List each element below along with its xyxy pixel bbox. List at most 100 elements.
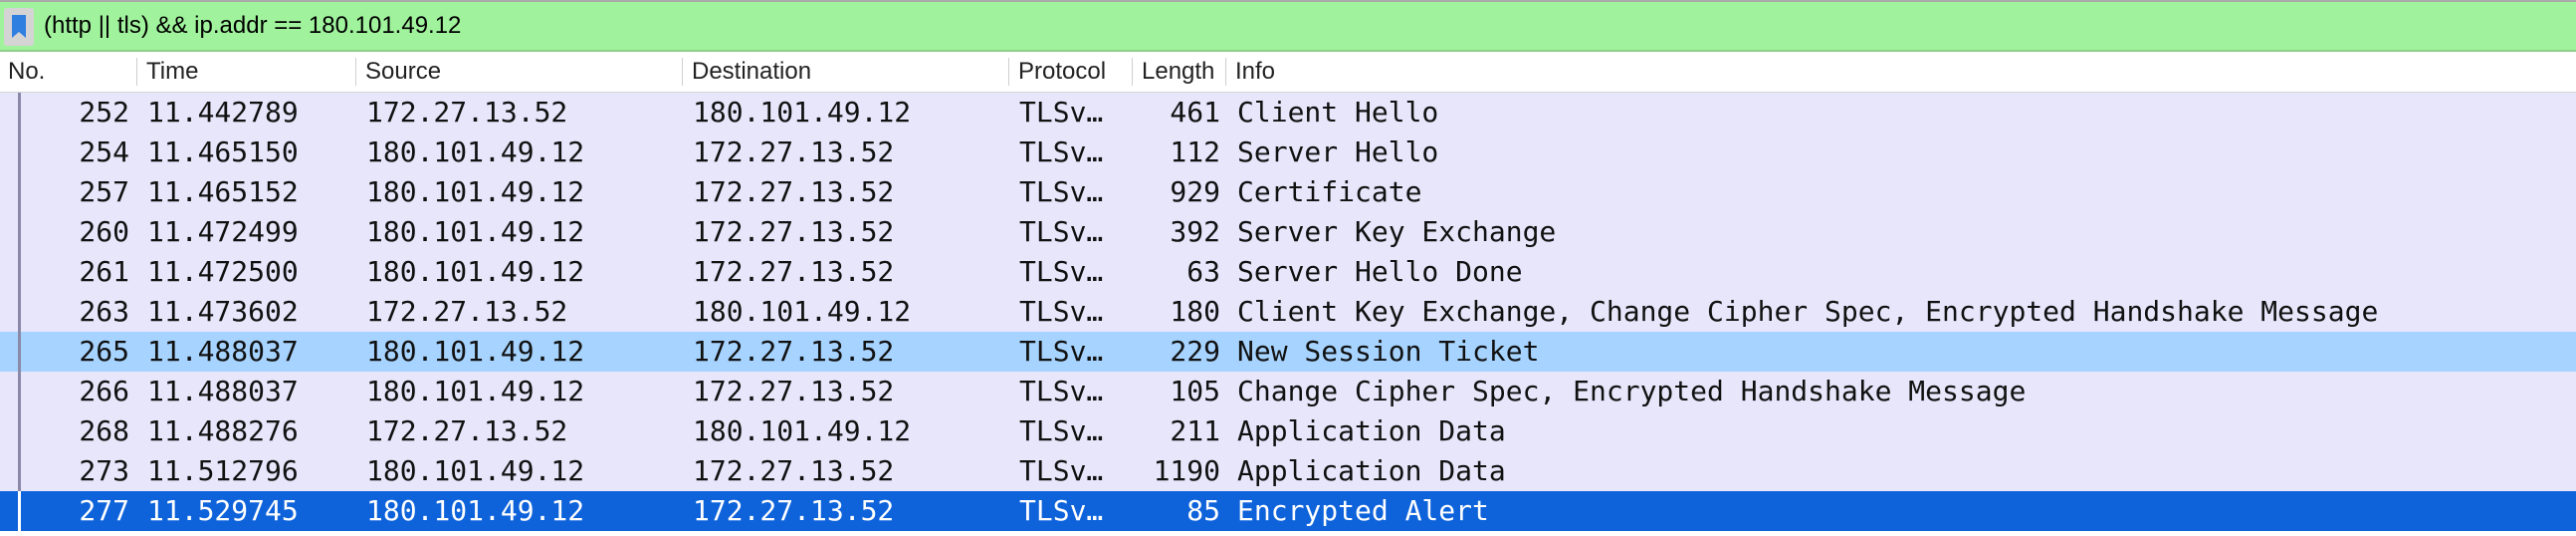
packet-source: 180.101.49.12: [366, 215, 585, 248]
packet-row[interactable]: 260 11.472499 180.101.49.12 172.27.13.52 TLS…: [0, 212, 2576, 252]
packet-protocol: TLSv…: [1019, 295, 1104, 328]
column-header-protocol[interactable]: Protocol: [1010, 52, 1130, 92]
packet-length: 229: [1170, 335, 1220, 368]
packet-protocol: TLSv…: [1019, 335, 1104, 368]
packet-protocol: TLSv…: [1019, 255, 1104, 288]
packet-list-header: No. Time Source Destination Protocol Len…: [0, 52, 2576, 93]
column-divider[interactable]: [355, 58, 356, 86]
packet-destination: 172.27.13.52: [693, 215, 895, 248]
column-divider[interactable]: [682, 58, 683, 86]
column-header-source[interactable]: Source: [357, 52, 680, 92]
packet-length: 105: [1170, 375, 1220, 407]
packet-number: 266: [79, 375, 129, 407]
packet-length: 180: [1170, 295, 1220, 328]
packet-protocol: TLSv…: [1019, 96, 1104, 129]
packet-source: 180.101.49.12: [366, 135, 585, 168]
packet-number: 260: [79, 215, 129, 248]
packet-row[interactable]: 266 11.488037 180.101.49.12 172.27.13.52 TLS…: [0, 372, 2576, 411]
packet-info: Application Data: [1237, 454, 1506, 487]
packet-source: 180.101.49.12: [366, 255, 585, 288]
packet-source: 172.27.13.52: [366, 96, 568, 129]
packet-length: 85: [1186, 494, 1220, 527]
packet-info: Server Hello: [1237, 135, 1439, 168]
packet-protocol: TLSv…: [1019, 454, 1104, 487]
packet-destination: 180.101.49.12: [693, 295, 912, 328]
related-packet-indicator: [18, 212, 21, 252]
column-divider[interactable]: [1132, 58, 1133, 86]
packet-number: 277: [79, 494, 129, 527]
packet-row[interactable]: 273 11.512796 180.101.49.12 172.27.13.52 TLS…: [0, 451, 2576, 491]
packet-row[interactable]: 261 11.472500 180.101.49.12 172.27.13.52 TLS…: [0, 252, 2576, 292]
display-filter-input[interactable]: (http || tls) && ip.addr == 180.101.49.1…: [44, 2, 461, 50]
packet-row[interactable]: 268 11.488276 172.27.13.52 180.101.49.12 TLS…: [0, 411, 2576, 451]
packet-destination: 172.27.13.52: [693, 175, 895, 208]
packet-number: 263: [79, 295, 129, 328]
packet-row[interactable]: 263 11.473602 172.27.13.52 180.101.49.12 TLS…: [0, 292, 2576, 332]
packet-protocol: TLSv…: [1019, 494, 1104, 527]
column-header-info[interactable]: Info: [1227, 52, 2521, 92]
packet-length: 63: [1186, 255, 1220, 288]
column-divider[interactable]: [1008, 58, 1009, 86]
packet-row[interactable]: 265 11.488037 180.101.49.12 172.27.13.52 TLS…: [0, 332, 2576, 372]
packet-number: 254: [79, 135, 129, 168]
packet-row[interactable]: 277 11.529745 180.101.49.12 172.27.13.52 TLS…: [0, 491, 2576, 531]
packet-row[interactable]: 252 11.442789 172.27.13.52 180.101.49.12 TLS…: [0, 93, 2576, 133]
related-packet-indicator: [18, 411, 21, 451]
packet-number: 257: [79, 175, 129, 208]
packet-number: 261: [79, 255, 129, 288]
related-packet-indicator: [18, 93, 21, 133]
packet-length: 112: [1170, 135, 1220, 168]
column-header-length[interactable]: Length: [1134, 52, 1223, 92]
packet-row[interactable]: 257 11.465152 180.101.49.12 172.27.13.52 TLS…: [0, 172, 2576, 212]
packet-protocol: TLSv…: [1019, 414, 1104, 447]
packet-info: Server Key Exchange: [1237, 215, 1557, 248]
packet-destination: 172.27.13.52: [693, 135, 895, 168]
packet-length: 211: [1170, 414, 1220, 447]
column-header-no[interactable]: No.: [0, 52, 134, 92]
packet-number: 265: [79, 335, 129, 368]
packet-list-bottom: [0, 531, 2576, 536]
packet-source: 180.101.49.12: [366, 494, 585, 527]
packet-time: 11.488037: [147, 335, 299, 368]
packet-time: 11.529745: [147, 494, 299, 527]
packet-protocol: TLSv…: [1019, 375, 1104, 407]
packet-time: 11.488276: [147, 414, 299, 447]
packet-source: 172.27.13.52: [366, 295, 568, 328]
packet-length: 929: [1170, 175, 1220, 208]
related-packet-indicator: [18, 172, 21, 212]
packet-number: 273: [79, 454, 129, 487]
packet-time: 11.488037: [147, 375, 299, 407]
packet-source: 180.101.49.12: [366, 454, 585, 487]
packet-info: Certificate: [1237, 175, 1422, 208]
packet-number: 268: [79, 414, 129, 447]
packet-time: 11.465152: [147, 175, 299, 208]
related-packet-indicator: [18, 372, 21, 411]
packet-source: 180.101.49.12: [366, 175, 585, 208]
column-header-destination[interactable]: Destination: [684, 52, 1006, 92]
packet-source: 180.101.49.12: [366, 375, 585, 407]
related-packet-indicator: [18, 491, 21, 531]
related-packet-indicator: [18, 292, 21, 332]
column-divider[interactable]: [136, 58, 137, 86]
packet-destination: 172.27.13.52: [693, 375, 895, 407]
packet-protocol: TLSv…: [1019, 215, 1104, 248]
packet-info: Client Hello: [1237, 96, 1439, 129]
related-packet-indicator: [18, 451, 21, 491]
related-packet-indicator: [18, 252, 21, 292]
packet-row[interactable]: 254 11.465150 180.101.49.12 172.27.13.52 TLS…: [0, 133, 2576, 172]
packet-info: Change Cipher Spec, Encrypted Handshake …: [1237, 375, 2027, 407]
packet-protocol: TLSv…: [1019, 135, 1104, 168]
packet-source: 172.27.13.52: [366, 414, 568, 447]
packet-time: 11.472500: [147, 255, 299, 288]
related-packet-indicator: [18, 332, 21, 372]
packet-time: 11.473602: [147, 295, 299, 328]
column-header-time[interactable]: Time: [138, 52, 353, 92]
packet-time: 11.472499: [147, 215, 299, 248]
column-divider[interactable]: [1225, 58, 1226, 86]
packet-info: Application Data: [1237, 414, 1506, 447]
packet-destination: 180.101.49.12: [693, 96, 912, 129]
packet-source: 180.101.49.12: [366, 335, 585, 368]
packet-number: 252: [79, 96, 129, 129]
bookmark-icon[interactable]: [4, 8, 34, 46]
related-packet-indicator: [18, 133, 21, 172]
